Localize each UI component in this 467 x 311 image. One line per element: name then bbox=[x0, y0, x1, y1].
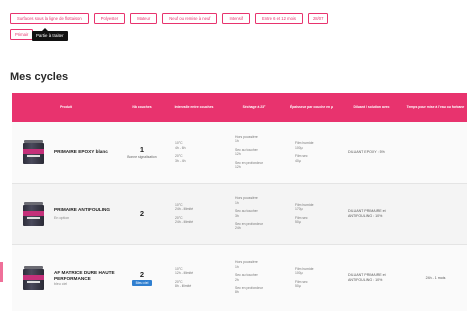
product-name[interactable]: PRIMAIRE EPOXY blanc bbox=[54, 149, 108, 155]
product-cell: PRIMAIRE EPOXY blanc bbox=[12, 122, 120, 183]
filter-chip-state[interactable]: Neuf ou remise à neuf bbox=[162, 13, 218, 24]
thickness-cell: Film humide 100µ Film sec 40µ bbox=[284, 122, 339, 183]
drying-value-deep: 24h bbox=[235, 226, 241, 231]
side-edge-marker bbox=[0, 262, 3, 282]
col-header-thickness: Épaisseur par couche en µ bbox=[289, 105, 334, 109]
col-header-drying: Séchage à 23° bbox=[242, 105, 266, 109]
col-header-time: Temps pour mise à l'eau ou forbane bbox=[406, 105, 465, 109]
filter-row-2: Primair bbox=[10, 29, 460, 40]
filter-chip-date[interactable]: 28/07 bbox=[307, 13, 329, 24]
time-cell bbox=[404, 183, 467, 244]
interval-value-2: 3h - 4h bbox=[175, 158, 186, 163]
coat-count: 1 bbox=[139, 145, 145, 155]
col-header-count: Nb couches bbox=[132, 105, 152, 109]
col-header-product: Produit bbox=[60, 105, 72, 109]
product-subtitle: bleu ciel bbox=[54, 281, 68, 286]
drying-cell: Hors poussière 1h Sec au toucher 12h Sec… bbox=[224, 122, 284, 183]
thickness-value-dry: 40µ bbox=[295, 158, 301, 163]
drying-cell: Hors poussière 1h Sec au toucher 2h Sec … bbox=[224, 244, 284, 311]
interval-cell: 10°C 4h - 6h 20°C 3h - 4h bbox=[164, 122, 224, 183]
time-cell bbox=[404, 122, 467, 183]
cycles-table: Produit Nb couches Intervalle entre couc… bbox=[12, 93, 467, 311]
diluant-text: DILUANT EPOXY : 5% bbox=[348, 149, 385, 154]
product-can-image bbox=[23, 201, 44, 226]
table-row[interactable]: PRIMAIRE ANTIFOULING En option 2 10°C 24… bbox=[12, 183, 467, 244]
product-name[interactable]: PRIMAIRE ANTIFOULING bbox=[54, 207, 110, 213]
filter-chip-usage[interactable]: Intensif bbox=[222, 13, 250, 24]
filter-chips: Surfaces sous la ligne de flottaison Pol… bbox=[10, 13, 460, 45]
product-name[interactable]: AF MATRICE DURE HAUTE PERFORMANCE bbox=[54, 270, 117, 282]
product-can-image bbox=[23, 265, 44, 290]
interval-value-2: 24h - illimité bbox=[175, 219, 194, 224]
thickness-cell: Film humide 170µ Film sec 50µ bbox=[284, 183, 339, 244]
diluant-cell: DILUANT EPOXY : 5% bbox=[339, 122, 404, 183]
time-cell: 24h - 1 mois bbox=[425, 275, 446, 280]
filter-chip-material[interactable]: Polyester bbox=[93, 13, 126, 24]
product-cell: AF MATRICE DURE HAUTE PERFORMANCE bleu c… bbox=[12, 244, 120, 311]
thickness-value-dry: 50µ bbox=[295, 219, 301, 224]
col-header-interval: Intervalle entre couches bbox=[174, 105, 214, 109]
filter-chip-surface[interactable]: Surfaces sous la ligne de flottaison bbox=[10, 13, 89, 24]
thickness-cell: Film humide 100µ Film sec 50µ bbox=[284, 244, 339, 311]
drying-value-deep: 8h bbox=[235, 290, 239, 295]
drying-value-deep: 12h bbox=[235, 165, 241, 170]
drying-cell: Hors poussière 1h Sec au toucher 3h Sec … bbox=[224, 183, 284, 244]
count-cell: 2 Bleu ciel bbox=[120, 244, 164, 311]
diluant-cell: DILUANT PRIMAIRE et ANTIFOULING : 10% bbox=[339, 183, 404, 244]
product-cell: PRIMAIRE ANTIFOULING En option bbox=[12, 183, 120, 244]
diluant-ratio: ANTIFOULING : 10% bbox=[348, 213, 383, 218]
count-cell: 1 Bonne signalisation bbox=[120, 122, 164, 183]
table-row[interactable]: PRIMAIRE EPOXY blanc 1 Bonne signalisati… bbox=[12, 122, 467, 183]
interval-cell: 10°C 24h - illimité 20°C 24h - illimité bbox=[164, 183, 224, 244]
filter-row-1: Surfaces sous la ligne de flottaison Pol… bbox=[10, 13, 460, 24]
coat-count: 2 bbox=[139, 209, 145, 218]
table-header-row: Produit Nb couches Intervalle entre couc… bbox=[12, 93, 467, 122]
coat-note: Bonne signalisation bbox=[127, 155, 157, 160]
page-title: Mes cycles bbox=[10, 71, 69, 83]
interval-value-2: 8h - illimité bbox=[175, 283, 192, 288]
filter-chip-duration[interactable]: Entre 6 et 12 mois bbox=[254, 13, 303, 24]
table-row[interactable]: AF MATRICE DURE HAUTE PERFORMANCE bleu c… bbox=[12, 244, 467, 311]
thickness-value-dry: 50µ bbox=[295, 283, 301, 288]
color-badge[interactable]: Bleu ciel bbox=[131, 279, 153, 286]
tooltip: Partie à traiter bbox=[32, 28, 68, 41]
count-cell: 2 bbox=[120, 183, 164, 244]
interval-cell: 10°C 12h - illimité 20°C 8h - illimité bbox=[164, 244, 224, 311]
product-can-image bbox=[23, 140, 44, 165]
filter-chip-type[interactable]: Mateur bbox=[130, 13, 158, 24]
col-header-diluant: Diluant / solution avec bbox=[353, 105, 390, 109]
filter-chip-primaire[interactable]: Primair bbox=[10, 29, 34, 40]
diluant-ratio: ANTIFOULING : 10% bbox=[348, 277, 383, 282]
product-subtitle: En option bbox=[54, 216, 70, 220]
diluant-cell: DILUANT PRIMAIRE et ANTIFOULING : 10% bbox=[339, 244, 404, 311]
coat-count: 2 bbox=[139, 269, 145, 279]
